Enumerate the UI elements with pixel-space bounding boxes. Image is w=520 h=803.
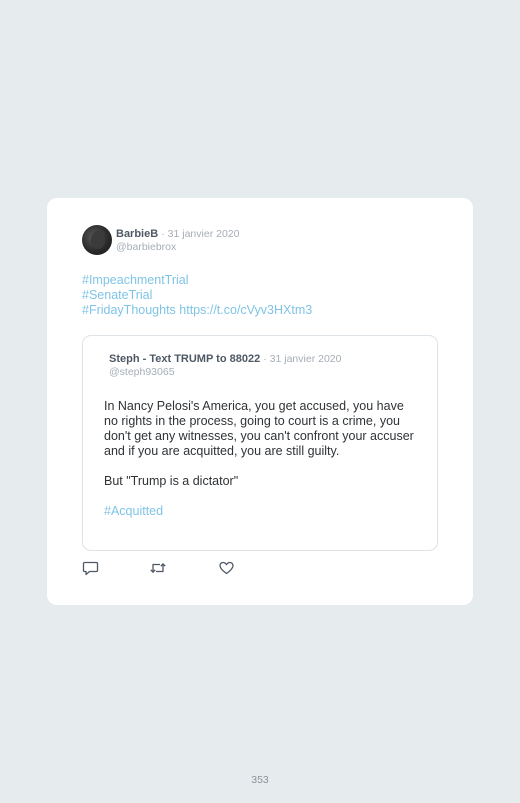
quoted-tweet-text: In Nancy Pelosi's America, you get accus… <box>104 399 414 519</box>
retweet-icon[interactable] <box>149 560 167 576</box>
quoted-author-name[interactable]: Steph - Text TRUMP to 88022 <box>109 353 260 365</box>
avatar-figure <box>91 231 105 249</box>
author-handle[interactable]: @barbiebrox <box>116 241 176 253</box>
quoted-tweet-date[interactable]: · 31 janvier 2020 <box>263 353 341 365</box>
quoted-author-row: Steph - Text TRUMP to 88022 · 31 janvier… <box>109 353 341 365</box>
tweet-text: #ImpeachmentTrial #SenateTrial #FridayTh… <box>82 273 312 318</box>
hashtag-link[interactable]: #ImpeachmentTrial <box>82 273 312 288</box>
quoted-tweet[interactable]: Steph - Text TRUMP to 88022 · 31 janvier… <box>82 335 438 551</box>
reply-icon[interactable] <box>82 560 99 576</box>
avatar[interactable] <box>82 225 112 255</box>
hashtag-link[interactable]: #SenateTrial <box>82 288 312 303</box>
quoted-author-handle[interactable]: @steph93065 <box>109 366 175 378</box>
quoted-paragraph: But "Trump is a dictator" <box>104 474 239 488</box>
like-icon[interactable] <box>218 560 235 576</box>
hashtag-link[interactable]: #FridayThoughts https://t.co/cVyv3HXtm3 <box>82 303 312 318</box>
page-number: 353 <box>251 774 269 786</box>
quoted-paragraph: In Nancy Pelosi's America, you get accus… <box>104 399 414 458</box>
author-name[interactable]: BarbieB <box>116 228 158 240</box>
tweet-date[interactable]: · 31 janvier 2020 <box>161 228 239 240</box>
tweet-card: BarbieB · 31 janvier 2020 @barbiebrox #I… <box>47 198 473 605</box>
quoted-hashtag-link[interactable]: #Acquitted <box>104 504 414 519</box>
author-row: BarbieB · 31 janvier 2020 <box>116 228 239 240</box>
